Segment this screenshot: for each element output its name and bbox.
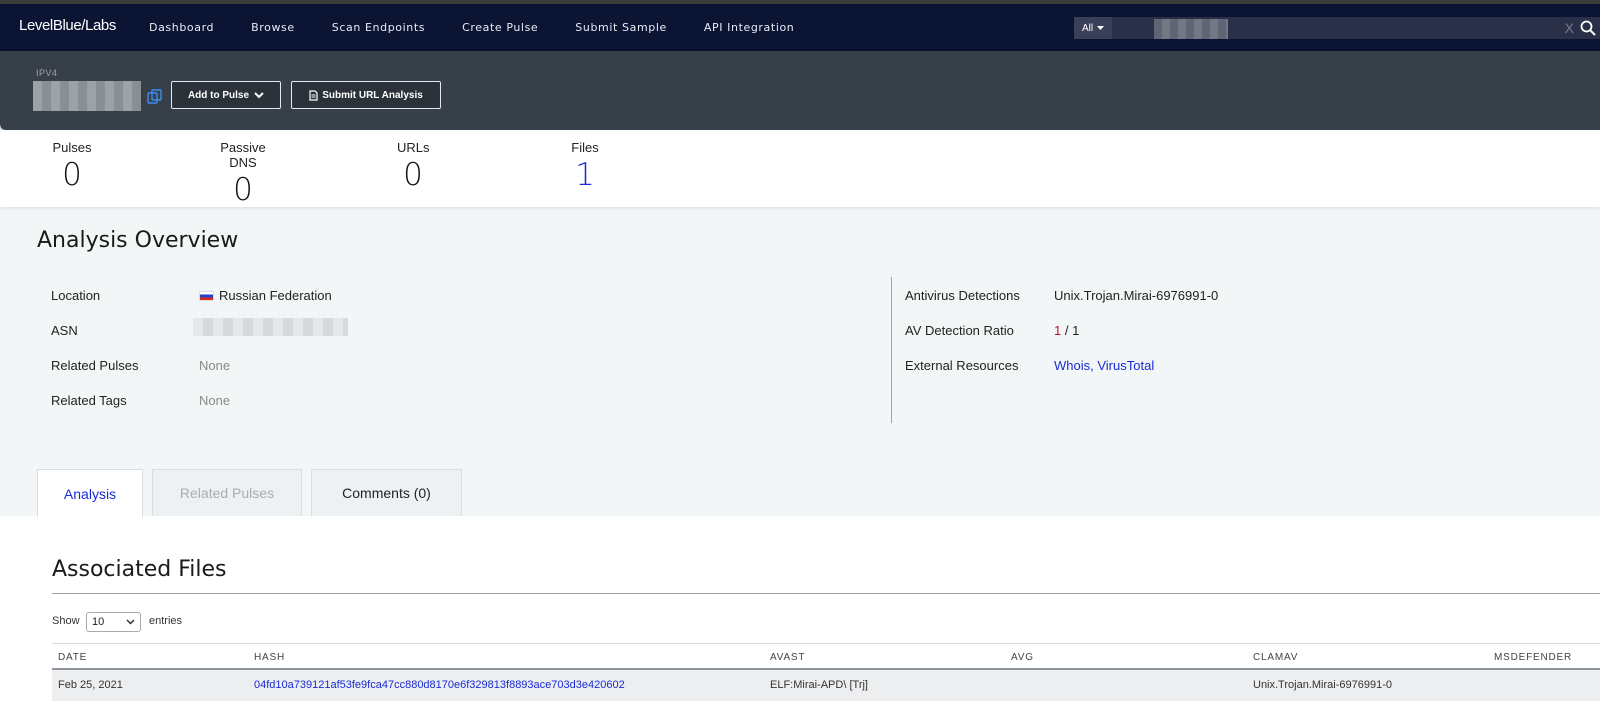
stat-files-label: Files xyxy=(571,140,599,155)
nav-scan-endpoints[interactable]: Scan Endpoints xyxy=(332,21,425,34)
related-pulses-label: Related Pulses xyxy=(51,358,139,373)
indicator-type-label: IPV4 xyxy=(36,68,58,78)
stat-passive-dns[interactable]: Passive DNS 0 xyxy=(206,140,280,208)
add-to-pulse-button[interactable]: Add to Pulse xyxy=(171,81,281,109)
redacted-search-text xyxy=(1154,19,1228,39)
stat-urls[interactable]: URLs 0 xyxy=(397,140,430,193)
column-date[interactable]: DATE xyxy=(58,652,87,663)
indicator-header: IPV4 Add to Pulse Submit URL Analysis xyxy=(0,51,1600,130)
tab-related-pulses[interactable]: Related Pulses xyxy=(152,469,302,516)
search-clear-icon[interactable]: X xyxy=(1565,20,1574,36)
analysis-overview-title: Analysis Overview xyxy=(37,228,239,253)
file-date: Feb 25, 2021 xyxy=(58,679,123,691)
nav-browse[interactable]: Browse xyxy=(251,21,295,34)
stat-pulses-label: Pulses xyxy=(52,140,92,155)
nav-create-pulse[interactable]: Create Pulse xyxy=(462,21,538,34)
associated-files-title: Associated Files xyxy=(52,557,227,582)
search-scope-select[interactable]: All xyxy=(1074,17,1112,39)
tab-analysis[interactable]: Analysis xyxy=(37,469,143,517)
stat-pulses-value: 0 xyxy=(62,157,82,193)
location-label: Location xyxy=(51,288,101,303)
file-hash-link[interactable]: 04fd10a739121af53fe9fca47cc880d8170e6f32… xyxy=(254,679,625,691)
stat-dns-label: Passive DNS xyxy=(220,140,266,170)
entries-label: entries xyxy=(149,615,183,627)
levelblue-logo[interactable]: LevelBlue/Labs xyxy=(19,17,133,34)
nav-submit-sample[interactable]: Submit Sample xyxy=(575,21,667,34)
table-row[interactable]: Feb 25, 2021 04fd10a739121af53fe9fca47cc… xyxy=(52,670,1600,701)
column-clamav[interactable]: CLAMAV xyxy=(1253,652,1298,663)
column-hash[interactable]: HASH xyxy=(254,652,285,663)
redacted-asn-value xyxy=(193,318,348,336)
related-tags-label: Related Tags xyxy=(51,393,127,408)
external-resources-value: Whois, VirusTotal xyxy=(1054,358,1154,373)
overview-divider xyxy=(891,277,892,423)
related-tags-value: None xyxy=(199,393,231,408)
stat-dns-value: 0 xyxy=(233,172,253,208)
russia-flag-icon xyxy=(199,291,214,301)
nav-links: Dashboard Browse Scan Endpoints Create P… xyxy=(149,21,831,34)
asn-label: ASN xyxy=(51,323,78,338)
stat-pulses[interactable]: Pulses 0 xyxy=(52,140,92,193)
copy-icon[interactable] xyxy=(147,89,162,104)
submit-url-analysis-label: Submit URL Analysis xyxy=(322,89,423,101)
chevron-down-icon xyxy=(254,91,264,98)
document-icon xyxy=(309,89,318,101)
global-search: All X xyxy=(1074,17,1600,39)
files-table-header: DATE HASH AVAST AVG CLAMAV MSDEFENDER xyxy=(52,643,1600,670)
indicator-stats: Pulses 0 Passive DNS 0 URLs 0 Files 1 xyxy=(0,130,1600,208)
entries-select-value: 10 xyxy=(92,616,105,628)
search-scope-label: All xyxy=(1081,22,1094,34)
add-to-pulse-label: Add to Pulse xyxy=(187,89,250,101)
file-clamav-result: Unix.Trojan.Mirai-6976991-0 xyxy=(1253,679,1392,691)
virustotal-link[interactable]: VirusTotal xyxy=(1097,358,1154,373)
location-value: Russian Federation xyxy=(199,288,332,303)
search-icon[interactable] xyxy=(1580,20,1596,36)
column-msdefender[interactable]: MSDEFENDER xyxy=(1494,652,1572,663)
file-avast-result: ELF:Mirai-APD\ [Trj] xyxy=(770,679,868,691)
column-avast[interactable]: AVAST xyxy=(770,652,805,663)
nav-dashboard[interactable]: Dashboard xyxy=(149,21,214,34)
stat-files-value: 1 xyxy=(575,157,595,193)
av-detection-ratio-label: AV Detection Ratio xyxy=(905,323,1014,338)
caret-down-icon xyxy=(1097,25,1105,30)
stat-files[interactable]: Files 1 xyxy=(570,140,600,193)
entries-per-page-select[interactable]: 10 xyxy=(86,612,141,632)
submit-url-analysis-button[interactable]: Submit URL Analysis xyxy=(291,81,441,109)
search-input[interactable] xyxy=(1112,17,1600,39)
antivirus-detections-value: Unix.Trojan.Mirai-6976991-0 xyxy=(1054,288,1219,303)
location-country: Russian Federation xyxy=(219,288,332,303)
show-label: Show xyxy=(52,615,80,627)
column-avg[interactable]: AVG xyxy=(1011,652,1034,663)
associated-files-divider xyxy=(52,593,1600,594)
tab-comments[interactable]: Comments (0) xyxy=(311,469,462,516)
stat-urls-label: URLs xyxy=(397,140,430,155)
av-detection-ratio-value: 1 / 1 xyxy=(1054,323,1079,338)
external-resources-label: External Resources xyxy=(905,358,1019,373)
av-ratio-total: / 1 xyxy=(1061,323,1080,338)
related-pulses-value: None xyxy=(199,358,231,373)
nav-api-integration[interactable]: API Integration xyxy=(704,21,795,34)
redacted-ip-address xyxy=(33,81,141,111)
top-navbar: LevelBlue/Labs Dashboard Browse Scan End… xyxy=(0,4,1600,51)
stat-urls-value: 0 xyxy=(403,157,423,193)
antivirus-detections-label: Antivirus Detections xyxy=(905,288,1020,303)
whois-link[interactable]: Whois xyxy=(1054,358,1090,373)
chevron-down-icon xyxy=(126,619,135,625)
